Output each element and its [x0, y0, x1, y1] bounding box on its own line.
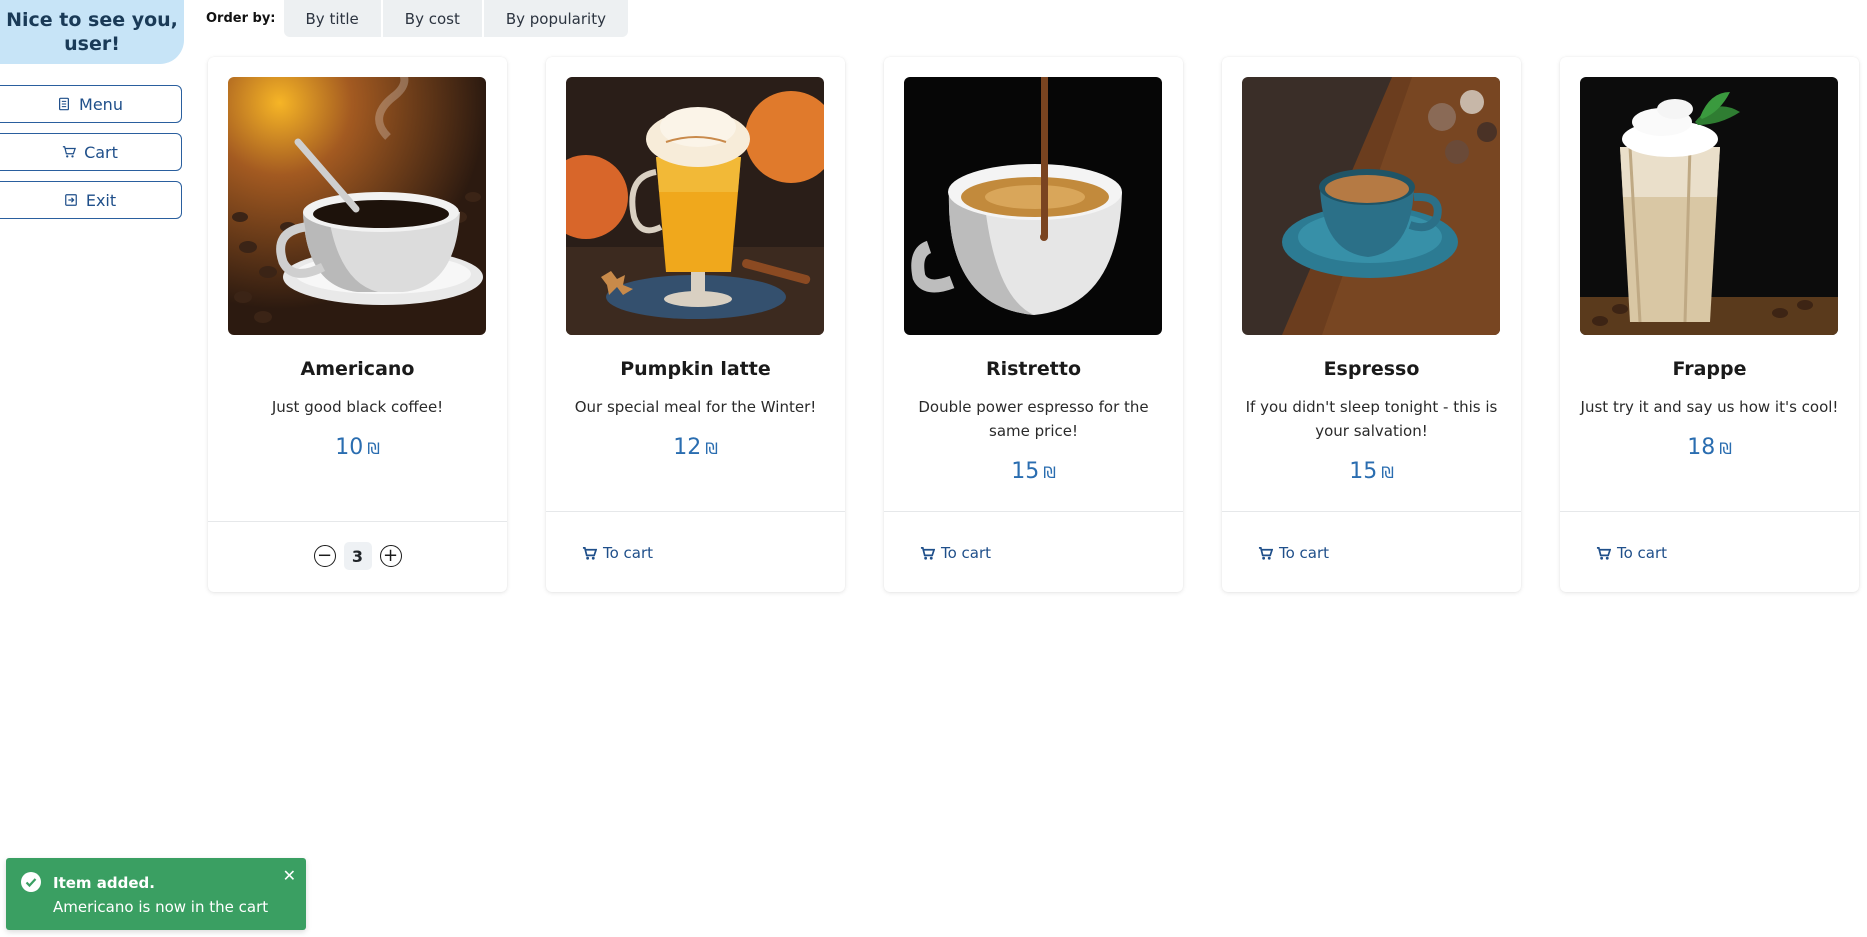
- product-title: Americano: [300, 358, 415, 380]
- card-footer: − 3 +: [208, 521, 507, 592]
- to-cart-label: To cart: [1279, 544, 1330, 562]
- toast-title: Item added.: [53, 874, 155, 892]
- price-value: 18: [1687, 435, 1716, 460]
- card-footer: To cart: [1222, 511, 1521, 592]
- price-value: 15: [1349, 459, 1378, 484]
- pumpkin-latte-photo: [566, 77, 824, 335]
- greeting-banner: Nice to see you, user!: [0, 0, 184, 64]
- americano-photo: [228, 77, 486, 335]
- toast-notification: Item added. Americano is now in the cart…: [6, 858, 306, 930]
- ristretto-photo: [904, 77, 1162, 335]
- product-title: Espresso: [1323, 358, 1420, 380]
- check-circle-icon: [21, 872, 41, 892]
- to-cart-label: To cart: [941, 544, 992, 562]
- to-cart-button[interactable]: To cart: [920, 544, 991, 562]
- order-bar: Order by: By title By cost By popularity: [206, 0, 630, 37]
- product-title: Pumpkin latte: [620, 358, 771, 380]
- cart-button-label: Cart: [84, 142, 118, 162]
- product-price: 12 ₪: [546, 435, 845, 460]
- menu-button-label: Menu: [79, 94, 123, 114]
- product-card-pumpkin-latte: Pumpkin latte Our special meal for the W…: [546, 57, 845, 592]
- quantity-value: 3: [343, 542, 372, 570]
- product-title: Frappe: [1672, 358, 1747, 380]
- product-description: If you didn't sleep tonight - this is yo…: [1245, 398, 1498, 440]
- to-cart-label: To cart: [1617, 544, 1668, 562]
- price-value: 15: [1011, 459, 1040, 484]
- currency-symbol: ₪: [705, 439, 718, 458]
- product-card-americano: Americano Just good black coffee! 10 ₪ − …: [208, 57, 507, 592]
- product-price: 15 ₪: [884, 459, 1183, 484]
- toast-message: Americano is now in the cart: [53, 898, 269, 916]
- order-by-cost-button[interactable]: By cost: [382, 0, 482, 37]
- cart-icon: [1258, 546, 1273, 560]
- price-value: 12: [673, 435, 702, 460]
- cart-button[interactable]: Cart: [0, 133, 182, 171]
- product-price: 15 ₪: [1222, 459, 1521, 484]
- product-description: Just try it and say us how it's cool!: [1580, 398, 1839, 416]
- card-footer: To cart: [884, 511, 1183, 592]
- currency-symbol: ₪: [1043, 463, 1056, 482]
- product-card-espresso: Espresso If you didn't sleep tonight - t…: [1222, 57, 1521, 592]
- exit-button[interactable]: Exit: [0, 181, 182, 219]
- currency-symbol: ₪: [1381, 463, 1394, 482]
- price-value: 10: [335, 435, 364, 460]
- to-cart-button[interactable]: To cart: [582, 544, 653, 562]
- exit-button-label: Exit: [85, 190, 117, 210]
- cart-icon: [920, 546, 935, 560]
- card-footer: To cart: [1560, 511, 1859, 592]
- cart-icon: [1596, 546, 1611, 560]
- order-by-title-button[interactable]: By title: [283, 0, 381, 37]
- frappe-photo: [1580, 77, 1838, 335]
- product-card-ristretto: Ristretto Double power espresso for the …: [884, 57, 1183, 592]
- to-cart-button[interactable]: To cart: [1596, 544, 1667, 562]
- currency-symbol: ₪: [367, 439, 380, 458]
- order-by-label: Order by:: [206, 11, 276, 26]
- product-title: Ristretto: [985, 358, 1081, 380]
- cart-icon: [62, 146, 77, 158]
- close-icon[interactable]: ✕: [283, 866, 296, 885]
- increase-quantity-button[interactable]: +: [379, 545, 402, 567]
- order-by-popularity-button[interactable]: By popularity: [483, 0, 628, 37]
- menu-icon: [59, 97, 70, 111]
- menu-button[interactable]: Menu: [0, 85, 182, 123]
- to-cart-button[interactable]: To cart: [1258, 544, 1329, 562]
- product-price: 10 ₪: [208, 435, 507, 460]
- card-footer: To cart: [546, 511, 845, 592]
- product-card-frappe: Frappe Just try it and say us how it's c…: [1560, 57, 1859, 592]
- to-cart-label: To cart: [603, 544, 654, 562]
- product-price: 18 ₪: [1560, 435, 1859, 460]
- quantity-stepper: − 3 +: [208, 542, 507, 570]
- product-description: Our special meal for the Winter!: [574, 398, 817, 416]
- currency-symbol: ₪: [1719, 439, 1732, 458]
- cart-icon: [582, 546, 597, 560]
- espresso-photo: [1242, 77, 1500, 335]
- product-description: Just good black coffee!: [271, 398, 444, 416]
- product-description: Double power espresso for the same price…: [918, 398, 1149, 440]
- exit-icon: [64, 194, 77, 206]
- decrease-quantity-button[interactable]: −: [313, 545, 336, 567]
